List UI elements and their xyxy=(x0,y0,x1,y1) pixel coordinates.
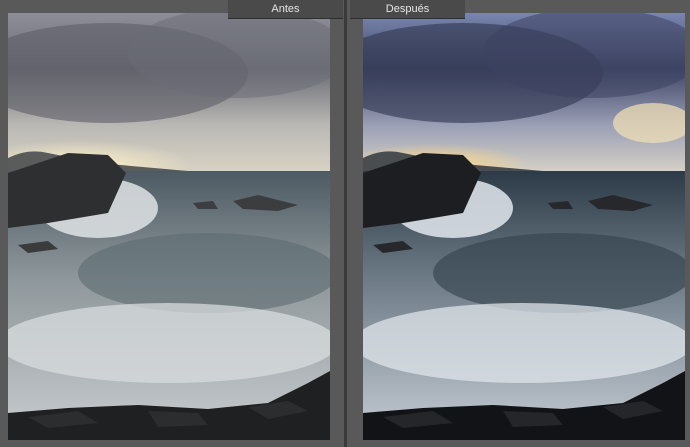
before-panel: Antes xyxy=(0,0,344,447)
after-label: Después xyxy=(350,0,465,19)
before-label: Antes xyxy=(228,0,343,19)
after-photo xyxy=(363,13,685,440)
before-photo xyxy=(8,13,330,440)
after-panel: Después xyxy=(347,0,690,447)
